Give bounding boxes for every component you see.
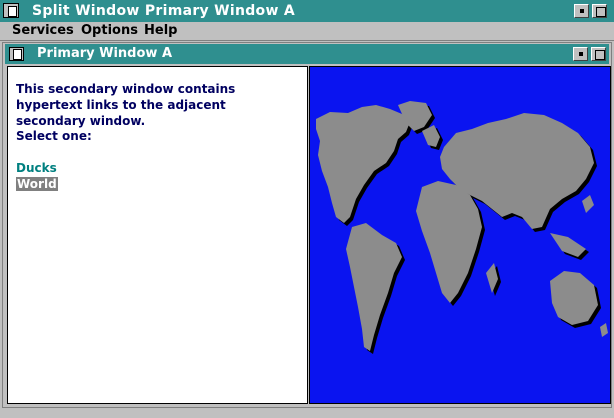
- world-link[interactable]: World: [16, 177, 58, 191]
- inner-system-menu-button[interactable]: [9, 47, 24, 61]
- inner-minimize-button[interactable]: [573, 47, 588, 61]
- description-text: This secondary window contains hypertext…: [16, 82, 236, 128]
- document-icon: [8, 6, 17, 17]
- primary-window-title: Primary Window A: [37, 46, 173, 61]
- maximize-icon: [596, 7, 606, 17]
- select-prompt: Select one:: [16, 129, 92, 143]
- main-titlebar[interactable]: Split Window Primary Window A: [0, 0, 614, 23]
- status-strip: [0, 408, 614, 418]
- right-secondary-window: [309, 66, 611, 404]
- document-icon: [13, 49, 22, 60]
- minimize-icon: [580, 9, 584, 13]
- inner-maximize-button[interactable]: [591, 47, 606, 61]
- menu-help[interactable]: Help: [144, 23, 177, 38]
- ducks-link[interactable]: Ducks: [16, 161, 57, 175]
- window-title: Split Window Primary Window A: [32, 3, 296, 19]
- menu-services[interactable]: Services: [12, 23, 74, 38]
- menu-options[interactable]: Options: [81, 23, 138, 38]
- map-land: [316, 101, 608, 351]
- system-menu-button[interactable]: [3, 3, 19, 18]
- maximize-icon: [595, 50, 605, 60]
- menu-bar: Services Options Help: [0, 22, 614, 41]
- minimize-icon: [579, 52, 583, 56]
- minimize-button[interactable]: [574, 4, 589, 18]
- maximize-button[interactable]: [592, 4, 607, 18]
- left-secondary-window: This secondary window contains hypertext…: [7, 66, 308, 404]
- primary-window-titlebar[interactable]: Primary Window A: [5, 44, 609, 64]
- world-map-image: [316, 101, 608, 354]
